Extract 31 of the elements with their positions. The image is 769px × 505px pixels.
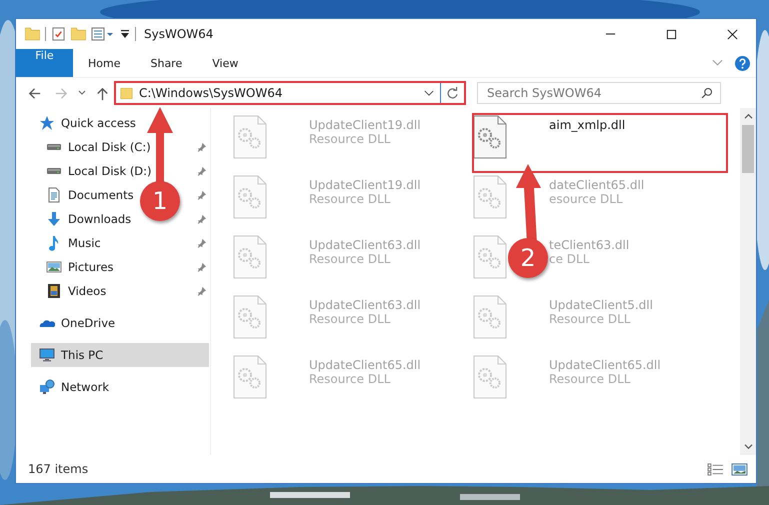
sidebar-item[interactable]: Local Disk (D:) <box>46 163 152 179</box>
search-field[interactable]: Search SysWOW64 <box>477 82 721 104</box>
ribbon-tab[interactable]: File <box>16 49 73 77</box>
ribbon-tab[interactable]: Share <box>135 49 198 77</box>
file-type: Resource DLL <box>309 312 390 326</box>
file-type: Resource DLL <box>549 312 630 326</box>
address-field[interactable]: C:\Windows\SysWOW64 <box>114 81 466 105</box>
file-type: Resource DLL <box>309 132 390 146</box>
file-type: esource DLL <box>549 192 623 206</box>
ribbon-tab[interactable]: View <box>197 49 254 77</box>
file-type: Resource DLL <box>309 192 390 206</box>
step-number-badge: 1 <box>140 181 180 221</box>
sidebar-item[interactable]: Pictures <box>46 259 114 275</box>
sidebar-item[interactable]: Network <box>39 379 110 395</box>
window-title: SysWOW64 <box>144 27 214 41</box>
file-type: ce DLL <box>549 252 590 266</box>
sidebar-item[interactable]: Local Disk (C:) <box>46 139 151 155</box>
sidebar-item[interactable]: Music <box>46 235 101 251</box>
file-type: Resource DLL <box>549 372 630 386</box>
sidebar-item[interactable]: Documents <box>46 187 134 203</box>
file-type: Resource DLL <box>309 252 390 266</box>
step-number-badge: 2 <box>508 238 548 278</box>
ribbon-tab[interactable]: Home <box>73 49 136 77</box>
item-count: 167 items <box>28 462 88 476</box>
file-type: Resource DLL <box>309 372 390 386</box>
sidebar-item[interactable]: Downloads <box>46 211 132 227</box>
file-name[interactable]: aim_xmlp.dll <box>549 118 626 132</box>
sidebar-item[interactable]: OneDrive <box>39 315 116 331</box>
sidebar-item[interactable]: Videos <box>46 283 106 299</box>
sidebar-item[interactable]: Quick access <box>39 115 136 131</box>
sidebar-item[interactable]: This PC <box>39 347 104 363</box>
